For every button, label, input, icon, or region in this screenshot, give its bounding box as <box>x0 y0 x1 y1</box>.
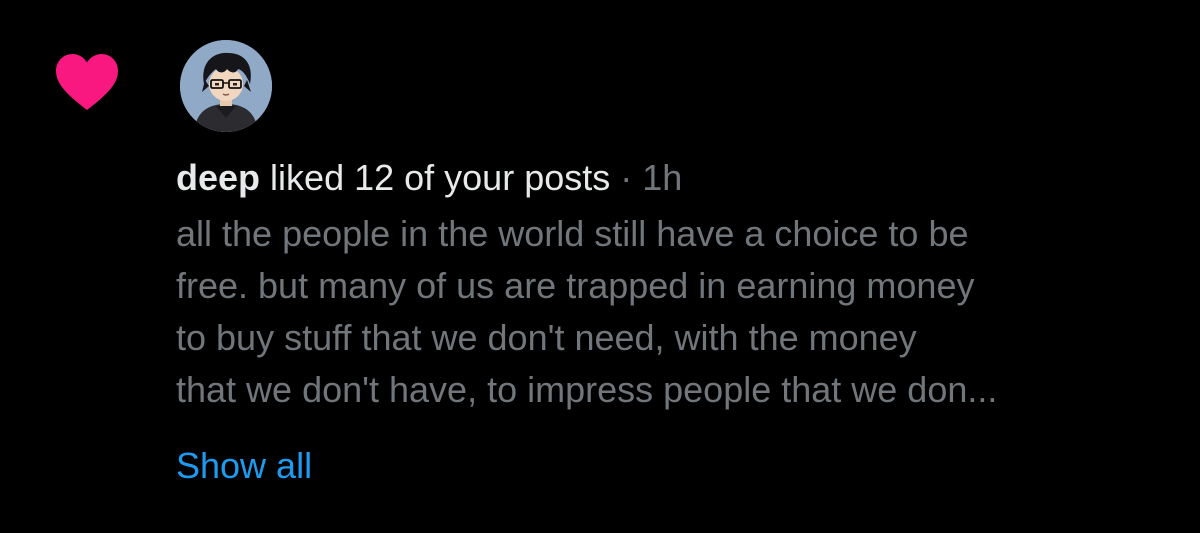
notification-content: deep liked 12 of your posts · 1h all the… <box>176 150 1186 492</box>
avatar[interactable] <box>180 40 272 132</box>
notification-headline: deep liked 12 of your posts · 1h <box>176 150 1186 206</box>
user-name[interactable]: deep <box>176 157 260 198</box>
like-notification[interactable]: deep liked 12 of your posts · 1h all the… <box>0 0 1200 533</box>
separator-dot: · <box>620 157 633 198</box>
post-line: to buy stuff that we don't need, with th… <box>176 317 917 358</box>
post-line: free. but many of us are trapped in earn… <box>176 265 975 306</box>
post-preview[interactable]: all the people in the world still have a… <box>176 208 1186 416</box>
notification-action: liked 12 of your posts <box>270 157 611 198</box>
post-line: that we don't have, to impress people th… <box>176 369 998 410</box>
show-all-link[interactable]: Show all <box>176 440 312 492</box>
heart-icon <box>56 53 118 111</box>
timestamp: 1h <box>642 157 683 198</box>
post-line: all the people in the world still have a… <box>176 213 969 254</box>
